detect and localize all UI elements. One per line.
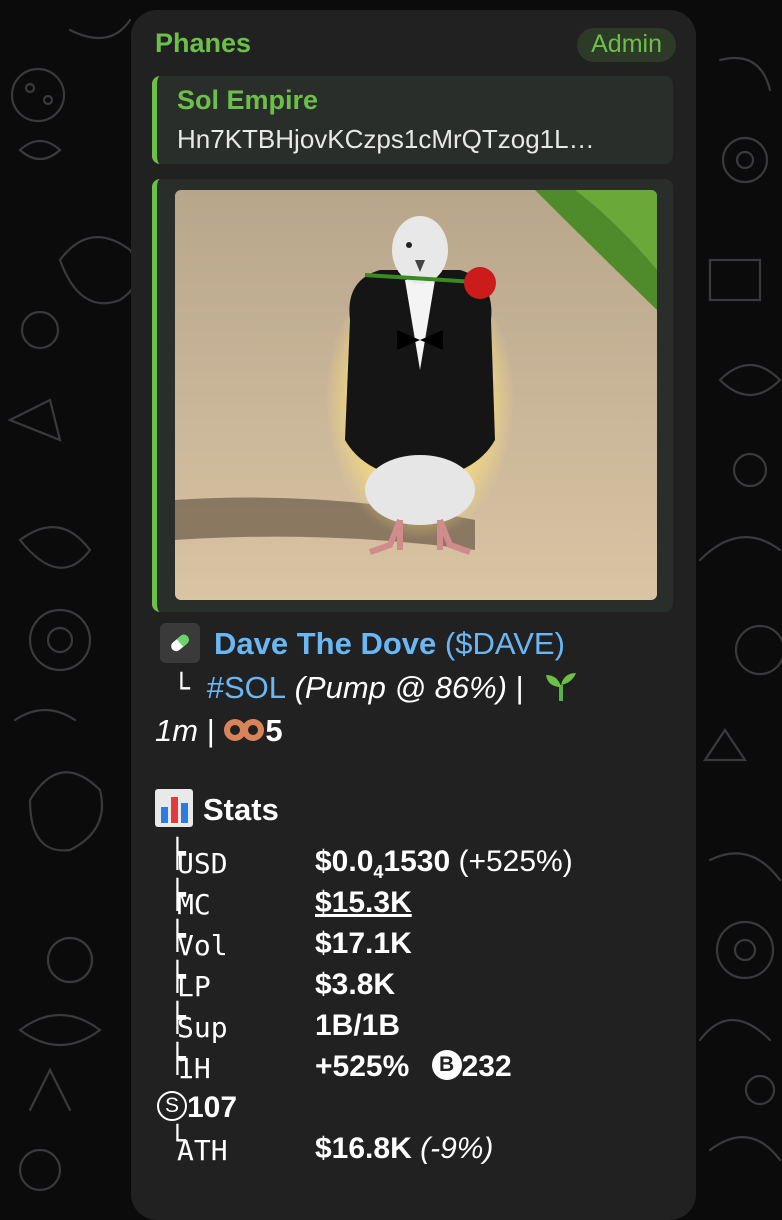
reply-quote[interactable]: Sol Empire Hn7KTBHjovKCzps1cMrQTzog1L…: [152, 76, 673, 164]
age-separator: |: [198, 713, 224, 748]
buys-icon: B: [431, 1050, 462, 1081]
stat-label-usd: USD: [177, 847, 228, 880]
stat-label-lp: LP: [177, 970, 211, 1003]
stat-value-ath: $16.8K (-9%): [315, 1132, 493, 1166]
ath-value: $16.8K: [315, 1132, 412, 1165]
stat-label-1h: 1H: [177, 1052, 211, 1085]
ath-change: (-9%): [411, 1132, 494, 1165]
tree-corner: └: [173, 672, 207, 705]
eyes-icon: [223, 715, 265, 745]
stat-label-sup: Sup: [177, 1011, 228, 1044]
stat-value-usd: $0.041530 (+525%): [315, 845, 573, 883]
token-chain-line: └ #SOL (Pump @ 86%) |: [173, 670, 578, 706]
usd-value-pre: $0.0: [315, 845, 374, 878]
seedling-icon: [544, 671, 578, 701]
media-preview[interactable]: [152, 179, 673, 612]
stat-value-lp: $3.8K: [315, 968, 396, 1001]
stats-title: Stats: [203, 792, 279, 827]
1h-change: +525%: [315, 1050, 410, 1083]
usd-change: (+525%): [450, 845, 573, 878]
sells-line: S 107: [157, 1091, 237, 1125]
bar-chart-icon: [155, 788, 193, 827]
stat-value-mc[interactable]: $15.3K: [315, 886, 412, 920]
sells-count: 107: [187, 1091, 238, 1124]
sender-name[interactable]: Phanes: [155, 28, 251, 59]
stat-label-ath: ATH: [177, 1134, 228, 1167]
usd-value-zeros: 4: [373, 862, 384, 882]
ticker-link[interactable]: $DAVE: [455, 626, 554, 661]
stat-label-vol: Vol: [177, 929, 228, 962]
stat-value-vol: $17.1K: [315, 927, 412, 960]
ticker-open: (: [436, 626, 456, 662]
token-image[interactable]: [175, 190, 657, 600]
stat-value-sup: 1B/1B: [315, 1009, 401, 1042]
token-name-link[interactable]: Dave The Dove: [214, 626, 436, 661]
usd-value-post: 1530: [383, 845, 451, 878]
token-age-line: 1m | 5: [155, 713, 283, 749]
stats-header: Stats: [155, 788, 279, 831]
pump-text: (Pump @ 86%): [286, 670, 507, 705]
pill-icon: [160, 623, 200, 663]
sells-icon: S: [157, 1091, 187, 1122]
token-title-line: Dave The Dove ($DAVE): [160, 623, 565, 666]
stat-value-1h: +525% B 232: [315, 1050, 512, 1084]
reply-text: Hn7KTBHjovKCzps1cMrQTzog1L…: [177, 124, 595, 154]
ticker-close: ): [554, 626, 565, 662]
buys-count: 232: [461, 1050, 512, 1083]
admin-badge: Admin: [577, 28, 676, 62]
stat-label-mc: MC: [177, 888, 211, 921]
reply-title: Sol Empire: [177, 85, 319, 115]
message-header: Phanes Admin: [155, 28, 676, 62]
holders-count: 5: [265, 713, 283, 748]
token-age: 1m: [155, 713, 199, 748]
message-bubble: Phanes Admin Sol Empire Hn7KTBHjovKCzps1…: [131, 10, 696, 1220]
chain-hashtag[interactable]: #SOL: [207, 670, 286, 705]
separator: |: [506, 670, 524, 705]
